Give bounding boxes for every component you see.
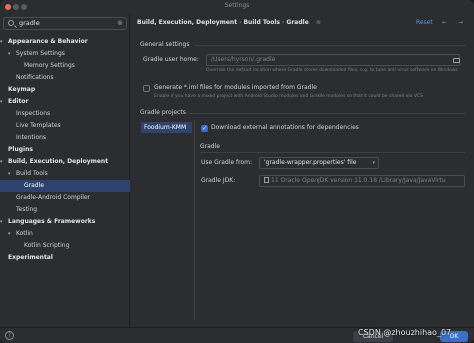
clear-search-icon[interactable]: ⊗ [117, 19, 123, 27]
chevron-down-icon[interactable]: ▾ [0, 36, 3, 48]
project-item[interactable]: Foodium-KMM [141, 122, 192, 133]
breadcrumb: Build, Execution, Deployment › Build Tools… [137, 19, 321, 26]
search-input-value[interactable]: gradle [19, 19, 40, 27]
chevron-down-icon[interactable]: ▾ [0, 96, 3, 108]
forward-arrow-icon[interactable]: → [458, 19, 463, 26]
sidebar-item-label: Memory Settings [24, 62, 75, 69]
sidebar-item-label: Build Tools [16, 170, 48, 177]
settings-content: Build, Execution, Deployment › Build Tools… [131, 14, 474, 327]
chevron-down-icon[interactable]: ▾ [8, 168, 11, 180]
sidebar-item-label: Plugins [8, 146, 33, 153]
sidebar-item-label: Inspections [16, 110, 51, 117]
generate-iml-hint: Enable if you have a mixed project with … [154, 94, 423, 99]
sidebar-item[interactable]: ▾ Kotlin [0, 228, 130, 240]
sidebar-item[interactable]: Experimental [0, 252, 130, 264]
chevron-down-icon[interactable]: ▾ [8, 48, 11, 60]
sidebar-item-label: Gradle-Android Compiler [16, 194, 91, 201]
use-gradle-from-label: Use Gradle from: [201, 159, 252, 166]
sidebar-item-label: Languages & Frameworks [8, 218, 96, 225]
sidebar-item-label: Live Templates [16, 122, 61, 129]
sidebar-item-label: Gradle [24, 182, 44, 189]
sidebar-item[interactable]: ▾ Languages & Frameworks [0, 216, 130, 228]
sidebar-item[interactable]: ▾ System Settings [0, 48, 130, 60]
folder-icon[interactable] [453, 58, 460, 63]
sidebar-item[interactable]: Memory Settings [0, 60, 130, 72]
settings-search-field[interactable]: gradle ⊗ [3, 17, 127, 30]
help-icon[interactable]: ? [5, 331, 14, 340]
back-arrow-icon[interactable]: ← [442, 19, 447, 26]
breadcrumb-item: Build, Execution, Deployment [137, 19, 238, 26]
sidebar-item-label: Notifications [16, 74, 54, 81]
divider [200, 152, 465, 153]
folder-icon [264, 177, 269, 183]
sidebar-item[interactable]: Live Templates [0, 120, 130, 132]
sidebar-item-label: Appearance & Behavior [8, 38, 88, 45]
breadcrumb-item: Build Tools [243, 19, 280, 26]
use-gradle-from-value: 'gradle-wrapper.properties' file [264, 159, 357, 166]
divider [189, 113, 465, 114]
sidebar-item-label: Experimental [8, 254, 53, 261]
sidebar-item[interactable]: Testing [0, 204, 130, 216]
gradle-projects-list: Foodium-KMM [138, 120, 195, 320]
download-annotations-label: Download external annotations for depend… [211, 124, 359, 131]
sidebar-item-label: Editor [8, 98, 29, 105]
sidebar-item[interactable]: Gradle-Android Compiler [0, 192, 130, 204]
search-icon [8, 20, 14, 26]
sidebar-item-label: Kotlin [16, 230, 33, 237]
chevron-down-icon[interactable]: ▾ [8, 228, 11, 240]
title-bar: Settings [0, 0, 474, 14]
watermark: CSDN @zhouzhihao_07 [358, 328, 452, 337]
sidebar-item-label: Build, Execution, Deployment [8, 158, 109, 165]
sidebar-item[interactable]: ▾ Build Tools [0, 168, 130, 180]
download-annotations-checkbox[interactable]: ✓ [201, 125, 208, 132]
sidebar-item[interactable]: Keymap [0, 84, 130, 96]
window-title: Settings [224, 2, 250, 9]
settings-sidebar: gradle ⊗ ▾ Appearance & Behavior ▾ System S… [0, 14, 130, 327]
gradle-projects-heading: Gradle projects [140, 109, 186, 116]
breadcrumb-item: Gradle [286, 19, 309, 26]
sidebar-item-label: Testing [16, 206, 38, 213]
sidebar-item-label: Keymap [8, 86, 36, 93]
gradle-jdk-value: 11 Oracle OpenJDK version 11.0.18 /Libra… [271, 177, 446, 184]
generate-iml-checkbox[interactable] [143, 85, 150, 92]
sidebar-item[interactable]: ▾ Build, Execution, Deployment [0, 156, 130, 168]
sidebar-item-label: System Settings [16, 50, 65, 57]
gradle-jdk-label: Gradle JDK: [201, 177, 236, 184]
gradle-user-home-label: Gradle user home: [143, 56, 199, 63]
settings-window: Settings gradle ⊗ ▾ Appearance & Behavior… [0, 0, 474, 343]
generate-iml-label: Generate *.iml files for modules importe… [154, 84, 317, 91]
gradle-section-heading: Gradle [200, 143, 220, 150]
sidebar-item[interactable]: ▾ Appearance & Behavior [0, 36, 130, 48]
divider [195, 45, 465, 46]
sidebar-item-label: Kotlin Scripting [24, 242, 70, 249]
share-settings-icon: ≋ [315, 19, 321, 26]
gradle-jdk-select[interactable]: 11 Oracle OpenJDK version 11.0.18 /Libra… [259, 175, 465, 187]
gradle-user-home-hint: Override the default location where Grad… [206, 68, 458, 73]
sidebar-item[interactable]: Notifications [0, 72, 130, 84]
chevron-down-icon[interactable]: ▾ [0, 216, 3, 228]
sidebar-item[interactable]: Kotlin Scripting [0, 240, 130, 252]
general-settings-heading: General settings [140, 41, 190, 48]
sidebar-item-label: Intentions [16, 134, 47, 141]
sidebar-item[interactable]: Inspections [0, 108, 130, 120]
chevron-down-icon[interactable]: ▾ [0, 156, 3, 168]
sidebar-item[interactable]: Intentions [0, 132, 130, 144]
chevron-down-icon: ▾ [372, 160, 375, 166]
sidebar-item[interactable]: Plugins [0, 144, 130, 156]
reset-link[interactable]: Reset [416, 19, 433, 26]
gradle-user-home-field[interactable]: /Users/hyrson/.gradle [206, 54, 460, 66]
sidebar-item[interactable]: Gradle [0, 180, 130, 192]
sidebar-item[interactable]: ▾ Editor [0, 96, 130, 108]
use-gradle-from-select[interactable]: 'gradle-wrapper.properties' file ▾ [259, 157, 379, 169]
